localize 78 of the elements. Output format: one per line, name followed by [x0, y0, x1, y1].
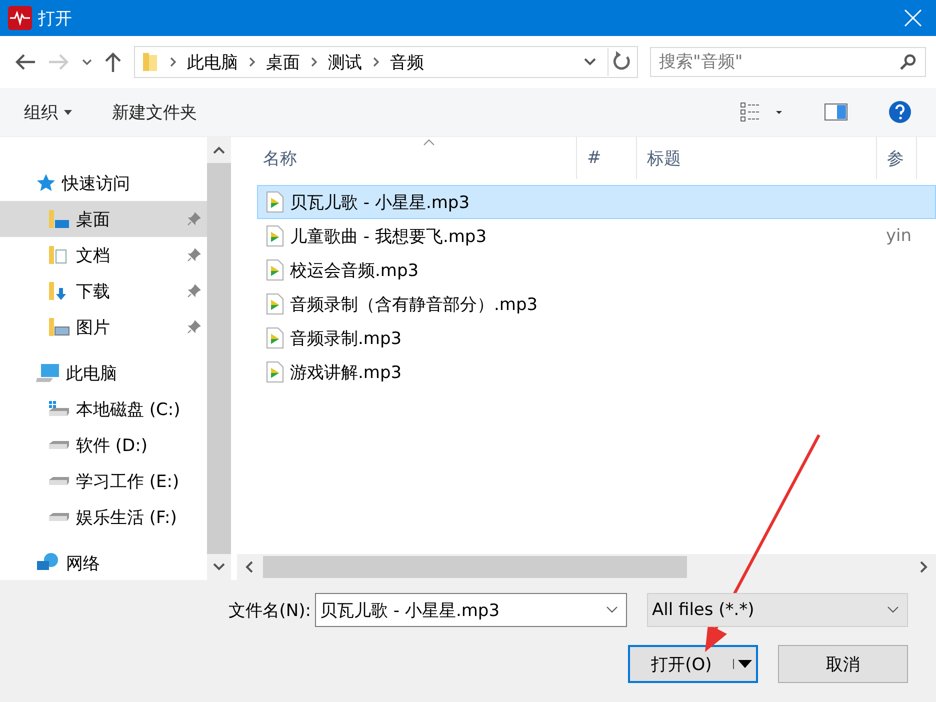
audio-file-icon: [266, 327, 284, 349]
audio-file-icon: [266, 293, 284, 315]
breadcrumb-item[interactable]: 此电脑: [187, 50, 238, 74]
drive-icon: [48, 476, 70, 486]
column-header[interactable]: 参: [877, 137, 917, 179]
scroll-right-icon[interactable]: [918, 560, 928, 574]
desktop-folder-icon: [48, 208, 70, 230]
filename-label: 文件名(N):: [228, 600, 311, 622]
star-icon: [36, 173, 56, 193]
drive-icon: [48, 400, 70, 418]
audio-file-icon: [266, 191, 284, 213]
chevron-icon: [248, 56, 256, 68]
audio-file-icon: [266, 259, 284, 281]
sidebar-item[interactable]: 网络: [0, 545, 207, 581]
file-row[interactable]: 儿童歌曲 - 我想要飞.mp3 yin: [257, 219, 936, 253]
file-name: 音频录制（含有静音部分）.mp3: [290, 294, 539, 316]
sidebar-item[interactable]: 本地磁盘 (C:): [0, 391, 207, 427]
file-row[interactable]: 音频录制（含有静音部分）.mp3: [257, 287, 936, 321]
help-icon[interactable]: [888, 100, 912, 124]
open-button[interactable]: 打开(O): [628, 645, 758, 683]
search-field[interactable]: 搜索"音频": [650, 47, 926, 77]
dropdown-icon: [887, 606, 899, 614]
column-header[interactable]: #: [577, 137, 637, 179]
chevron-icon: [310, 56, 318, 68]
drive-icon: [48, 440, 70, 450]
file-name: 游戏讲解.mp3: [290, 362, 403, 384]
cancel-button[interactable]: 取消: [778, 645, 908, 683]
address-bar[interactable]: 此电脑 桌面 测试 音频: [134, 46, 638, 78]
dropdown-icon: [606, 606, 618, 614]
drive-icon: [48, 512, 70, 522]
search-icon: [900, 54, 916, 70]
file-type-dropdown[interactable]: All files (*.*): [647, 593, 908, 627]
file-row[interactable]: 校运会音频.mp3: [257, 253, 936, 287]
sidebar-item[interactable]: 学习工作 (E:): [0, 463, 207, 499]
sidebar-item[interactable]: 软件 (D:): [0, 427, 207, 463]
file-name: 校运会音频.mp3: [290, 260, 420, 282]
sidebar-item[interactable]: 下载: [0, 273, 207, 309]
window-title: 打开: [38, 8, 72, 30]
sort-caret-icon: [423, 139, 435, 146]
picture-folder-icon: [48, 316, 70, 338]
sidebar-item[interactable]: 此电脑: [0, 355, 207, 391]
file-row[interactable]: 贝瓦儿歌 - 小星星.mp3: [257, 185, 936, 219]
organize-menu[interactable]: 组织: [24, 100, 72, 124]
up-arrow-icon[interactable]: [104, 51, 122, 73]
sidebar-item[interactable]: 桌面: [0, 201, 207, 237]
breadcrumb-item[interactable]: 测试: [328, 50, 362, 74]
dropdown-icon[interactable]: [583, 57, 597, 67]
audio-file-icon: [266, 225, 284, 247]
sidebar-item[interactable]: 娱乐生活 (F:): [0, 499, 207, 535]
new-folder-button[interactable]: 新建文件夹: [112, 100, 197, 124]
back-arrow-icon[interactable]: [14, 53, 36, 71]
file-row[interactable]: 音频录制.mp3: [257, 321, 936, 355]
computer-icon: [36, 362, 60, 384]
scrollbar-thumb[interactable]: [263, 556, 687, 578]
breadcrumb-item[interactable]: 桌面: [266, 50, 300, 74]
preview-pane-icon[interactable]: [824, 103, 848, 121]
caret-icon: [64, 110, 72, 114]
file-name: 音频录制.mp3: [290, 328, 403, 350]
column-header[interactable]: 标题: [637, 137, 877, 179]
breadcrumb-item[interactable]: 音频: [390, 50, 424, 74]
table-cell: yin: [886, 226, 912, 246]
file-name: 贝瓦儿歌 - 小星星.mp3: [290, 192, 471, 214]
file-row[interactable]: 游戏讲解.mp3: [257, 355, 936, 389]
chevron-icon: [169, 56, 177, 68]
audio-file-icon: [266, 361, 284, 383]
chevron-icon: [372, 56, 380, 68]
file-name: 儿童歌曲 - 我想要飞.mp3: [290, 226, 488, 248]
app-logo-icon: [8, 6, 32, 30]
scroll-left-icon[interactable]: [245, 560, 255, 574]
sidebar-item[interactable]: 快速访问: [0, 165, 207, 201]
dropdown-icon[interactable]: [82, 58, 92, 66]
folder-icon: [141, 51, 159, 73]
column-header[interactable]: 名称: [237, 137, 577, 179]
sidebar-item[interactable]: 图片: [0, 309, 207, 345]
sidebar-item[interactable]: 文档: [0, 237, 207, 273]
filename-field[interactable]: 贝瓦儿歌 - 小星星.mp3: [315, 593, 627, 627]
horizontal-scrollbar[interactable]: [237, 554, 936, 580]
view-options-icon[interactable]: [740, 102, 784, 122]
